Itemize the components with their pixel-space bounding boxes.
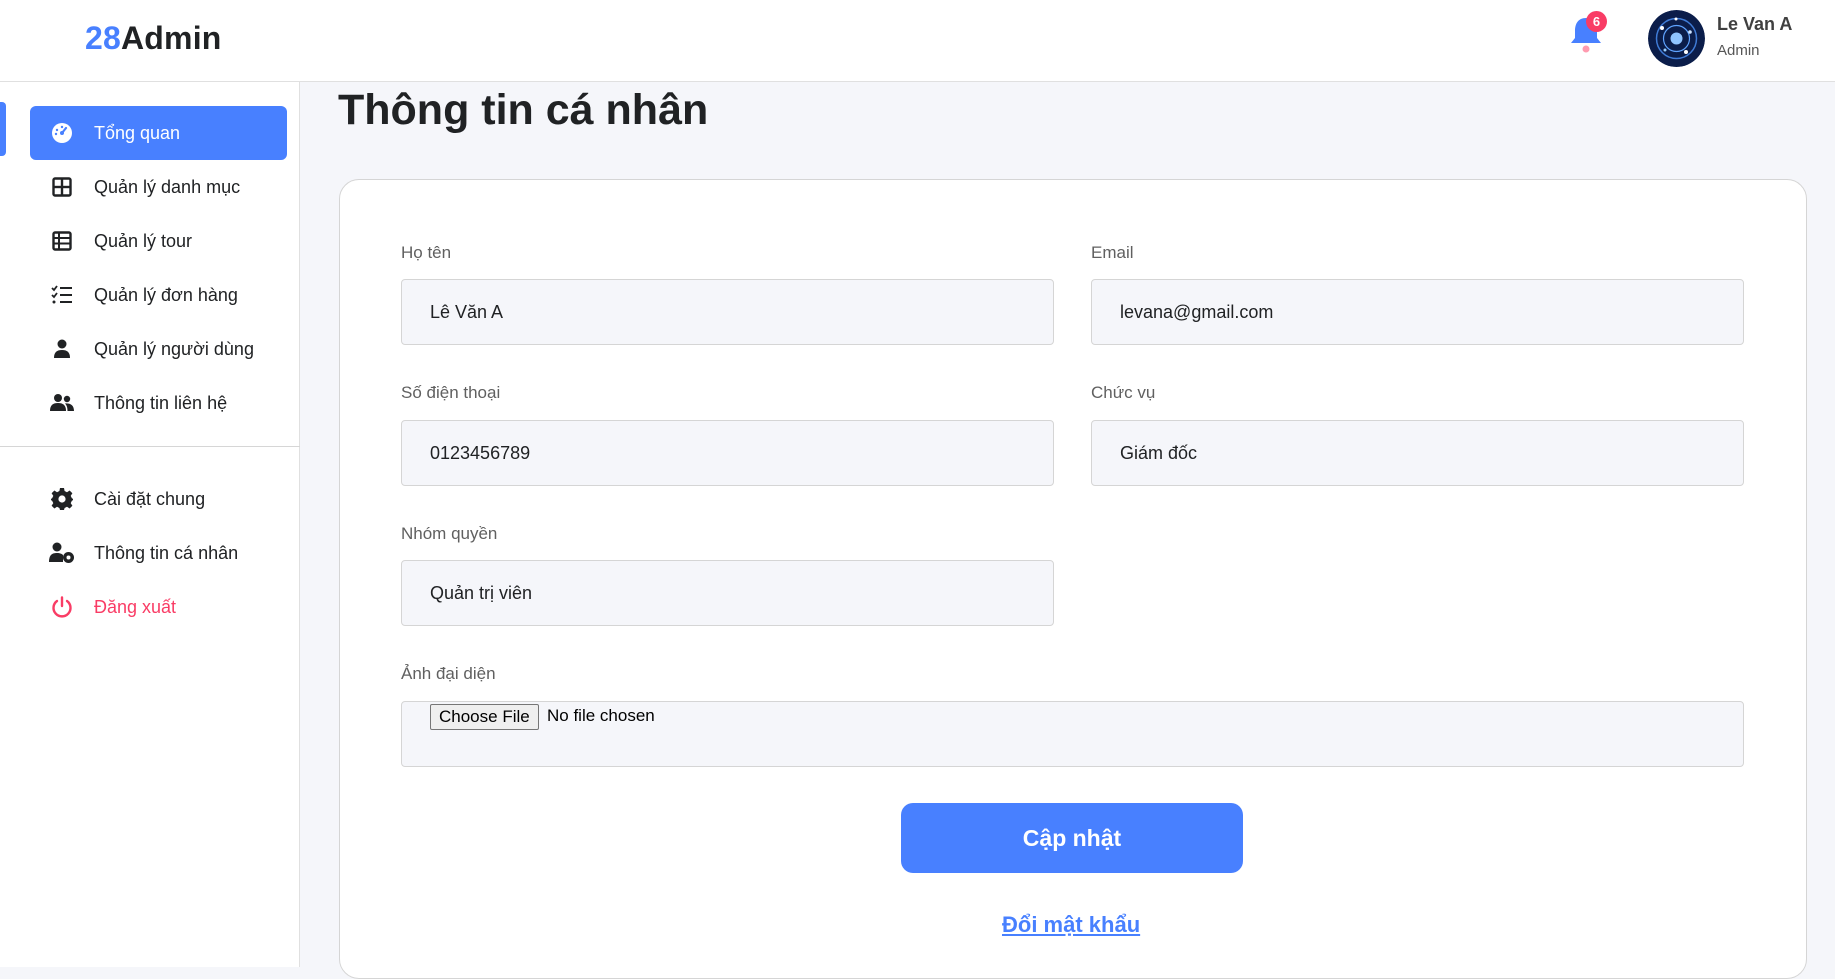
avatar-label: Ảnh đại diện (401, 664, 496, 683)
fullname-field[interactable]: Lê Văn A (401, 279, 1054, 345)
email-label: Email (1091, 243, 1134, 262)
fullname-label: Họ tên (401, 243, 452, 262)
logo-prefix: 28 (85, 20, 121, 56)
role-label: Nhóm quyền (401, 524, 498, 543)
sidebar-item-label: Thông tin cá nhân (94, 542, 239, 563)
sidebar-item-label: Quản lý danh mục (94, 176, 241, 197)
position-label: Chức vụ (1091, 383, 1156, 402)
position-field[interactable]: Giám đốc (1091, 420, 1744, 486)
avatar[interactable] (1648, 10, 1705, 67)
sidebar-item-orders[interactable]: Quản lý đơn hàng (30, 268, 287, 322)
sidebar-item-tours[interactable]: Quản lý tour (30, 214, 287, 268)
change-password-link[interactable]: Đổi mật khẩu (1002, 912, 1140, 938)
sidebar-item-label: Quản lý người dùng (94, 338, 254, 359)
email-field[interactable]: levana@gmail.com (1091, 279, 1744, 345)
avatar-file-input[interactable]: Choose File No file chosen (401, 701, 1744, 767)
no-file-text: No file chosen (547, 706, 655, 725)
checklist-icon (48, 281, 76, 309)
sidebar-item-label: Đăng xuất (94, 596, 177, 617)
table-icon (48, 227, 76, 255)
choose-file-button[interactable]: Choose File (430, 704, 539, 730)
sidebar-item-settings[interactable]: Cài đặt chung (30, 472, 287, 526)
sidebar-item-label: Cài đặt chung (94, 488, 206, 509)
page-title: Thông tin cá nhân (338, 86, 709, 134)
grid-icon (48, 173, 76, 201)
sidebar-item-categories[interactable]: Quản lý danh mục (30, 160, 287, 214)
user-gear-icon (48, 539, 76, 567)
active-indicator (0, 102, 6, 156)
role-field[interactable]: Quản trị viên (401, 560, 1054, 626)
user-name: Le Van A (1717, 14, 1793, 34)
sidebar: Tổng quan Quản lý danh mục Quản lý tour … (0, 82, 300, 967)
sidebar-item-overview[interactable]: Tổng quan (30, 106, 287, 160)
sidebar-item-users[interactable]: Quản lý người dùng (30, 322, 287, 376)
sidebar-divider (0, 446, 300, 447)
gear-icon (48, 485, 76, 513)
dashboard-gauge-icon (48, 119, 76, 147)
update-button[interactable]: Cập nhật (901, 803, 1243, 873)
power-icon (48, 593, 76, 621)
users-icon (48, 389, 76, 417)
phone-field[interactable]: 0123456789 (401, 420, 1054, 486)
phone-label: Số điện thoại (401, 383, 501, 402)
notification-badge: 6 (1586, 11, 1607, 32)
sidebar-item-logout[interactable]: Đăng xuất (30, 580, 287, 634)
sidebar-item-contacts[interactable]: Thông tin liên hệ (30, 376, 287, 430)
sidebar-item-label: Tổng quan (94, 122, 181, 143)
sidebar-item-label: Quản lý đơn hàng (94, 284, 238, 305)
user-icon (48, 335, 76, 363)
logo-suffix: Admin (121, 20, 222, 56)
sidebar-item-label: Quản lý tour (94, 230, 193, 251)
user-role: Admin (1717, 42, 1760, 59)
sidebar-item-profile[interactable]: Thông tin cá nhân (30, 526, 287, 580)
app-logo[interactable]: 28Admin (85, 20, 222, 57)
sidebar-item-label: Thông tin liên hệ (94, 392, 228, 413)
top-header: 28Admin 6 Le Van A Admin (0, 0, 1835, 82)
